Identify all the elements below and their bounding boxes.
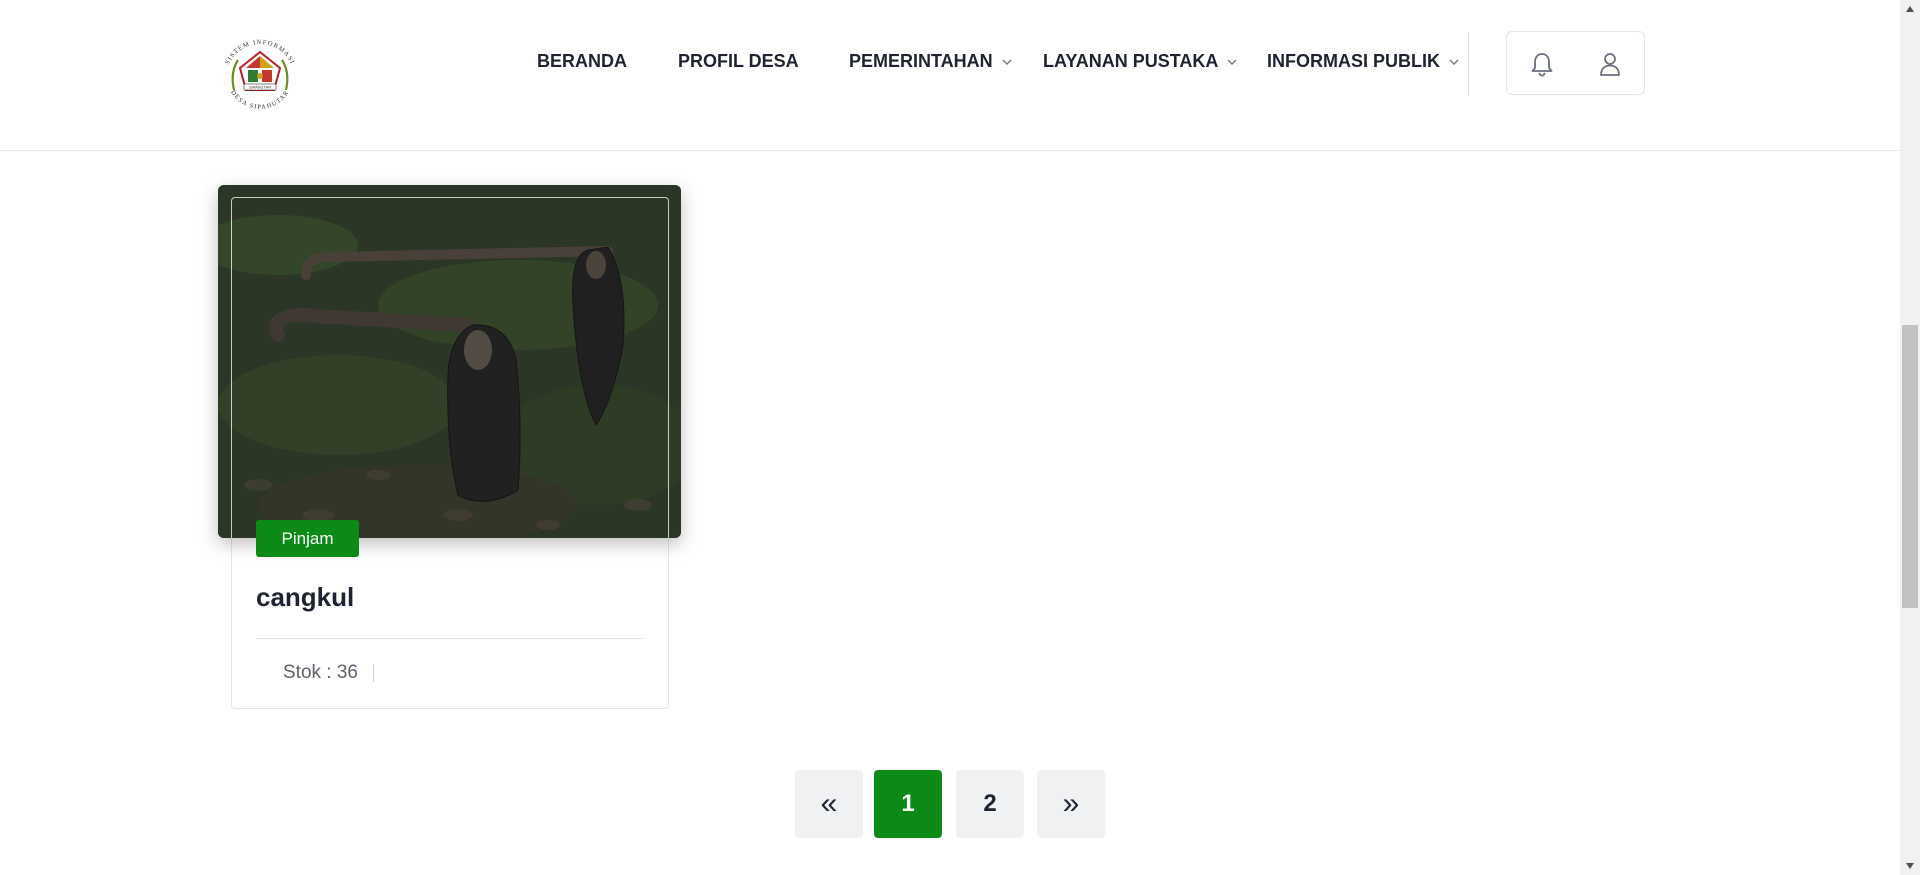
village-logo[interactable]: SISTEM INFORMASI DESA SIPAHUTAR SIPAHUTA…	[216, 32, 304, 116]
pagination-page-2[interactable]: 2	[956, 770, 1024, 838]
pagination-page-1[interactable]: 1	[874, 770, 942, 838]
svg-text:SIPAHUTAR: SIPAHUTAR	[249, 85, 271, 90]
nav-pemerintahan[interactable]: PEMERINTAHAN	[849, 51, 1013, 72]
scroll-up-arrow-icon[interactable]	[1900, 0, 1920, 18]
nav-divider	[1468, 32, 1469, 96]
card-divider	[256, 638, 643, 639]
chevron-down-icon	[1001, 56, 1013, 68]
scroll-down-arrow-icon[interactable]	[1900, 857, 1920, 875]
header-icon-group	[1506, 31, 1645, 95]
pagination-next-button[interactable]: »	[1037, 770, 1105, 838]
stock-separator	[373, 664, 374, 682]
prev-label: «	[820, 787, 838, 820]
nav-beranda[interactable]: BERANDA	[537, 51, 627, 72]
nav-pemerintahan-label: PEMERINTAHAN	[849, 51, 993, 71]
nav-informasi-publik-label: INFORMASI PUBLIK	[1267, 51, 1440, 71]
nav-beranda-label: BERANDA	[537, 51, 627, 71]
product-image[interactable]	[218, 185, 681, 538]
bell-icon[interactable]	[1527, 49, 1557, 79]
pagination-prev-button[interactable]: «	[795, 770, 863, 838]
nav-profil-desa-label: PROFIL DESA	[678, 51, 799, 71]
svg-text:DESA SIPAHUTAR: DESA SIPAHUTAR	[229, 89, 291, 111]
site-header: SISTEM INFORMASI DESA SIPAHUTAR SIPAHUTA…	[0, 0, 1900, 151]
stock-label: Stok : 36	[283, 662, 358, 683]
stock-info: Stok : 36	[283, 662, 374, 684]
nav-layanan-pustaka-label: LAYANAN PUSTAKA	[1043, 51, 1219, 71]
nav-layanan-pustaka[interactable]: LAYANAN PUSTAKA	[1043, 51, 1238, 72]
chevron-down-icon	[1226, 56, 1238, 68]
product-title[interactable]: cangkul	[256, 582, 354, 613]
user-icon[interactable]	[1595, 49, 1625, 79]
nav-profil-desa[interactable]: PROFIL DESA	[678, 51, 799, 72]
scrollbar-thumb[interactable]	[1902, 325, 1918, 608]
hoe-photo	[218, 185, 681, 538]
next-label: »	[1062, 787, 1080, 820]
logo-emblem: SISTEM INFORMASI DESA SIPAHUTAR SIPAHUTA…	[224, 39, 295, 111]
page-2-label: 2	[983, 790, 997, 817]
page-1-label: 1	[901, 790, 915, 817]
borrow-button[interactable]: Pinjam	[256, 520, 359, 557]
nav-informasi-publik[interactable]: INFORMASI PUBLIK	[1267, 51, 1460, 72]
vertical-scrollbar[interactable]	[1900, 0, 1920, 875]
chevron-down-icon	[1448, 56, 1460, 68]
